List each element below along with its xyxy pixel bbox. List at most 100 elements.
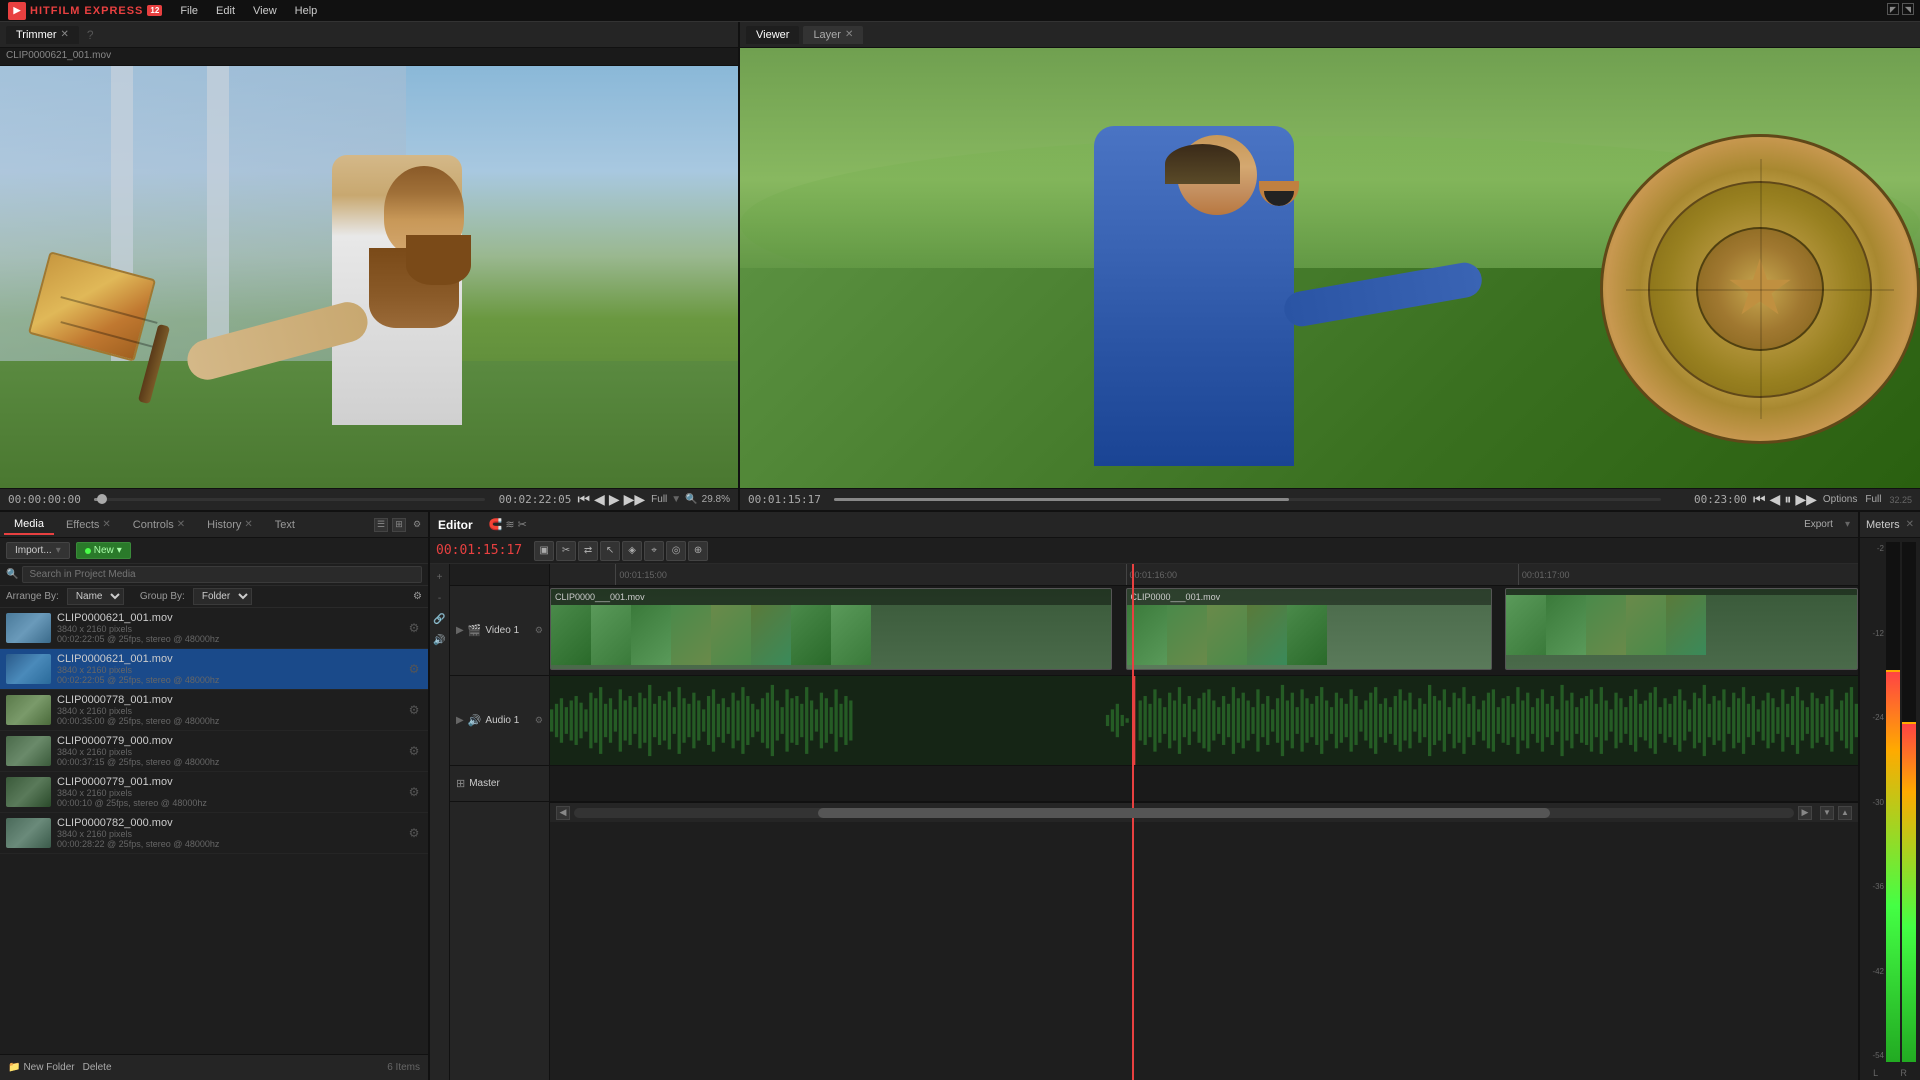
file-name-3: CLIP0000779_000.mov: [57, 735, 400, 747]
zoom-out-tool[interactable]: -: [431, 589, 449, 607]
viewer-frame-back[interactable]: ◀: [1770, 491, 1781, 508]
export-button[interactable]: Export: [1804, 519, 1833, 530]
new-folder-btn[interactable]: 📁 New Folder: [8, 1062, 75, 1073]
arrange-by-select[interactable]: Name Date Type: [67, 588, 124, 605]
file-item-3[interactable]: CLIP0000779_000.mov 3840 x 2160 pixels 0…: [0, 731, 428, 772]
video-track-settings[interactable]: ⚙: [535, 625, 543, 636]
clip-2-frames: [1127, 605, 1491, 665]
trimmer-progress[interactable]: [94, 498, 485, 501]
file-info-1: CLIP0000621_001.mov 3840 x 2160 pixels 0…: [57, 653, 400, 685]
file-action-1[interactable]: ⚙: [406, 661, 422, 677]
tool-razor[interactable]: ⌖: [644, 541, 664, 561]
viewer-skip-back[interactable]: ⏮: [1753, 491, 1766, 508]
layer-tab-close[interactable]: ✕: [845, 29, 853, 40]
scrollbar-thumb[interactable]: [818, 808, 1550, 818]
delete-btn[interactable]: Delete: [83, 1062, 112, 1073]
tool-slip[interactable]: ⇄: [578, 541, 598, 561]
menu-file[interactable]: File: [172, 3, 206, 19]
controls-tab-close[interactable]: ✕: [177, 519, 185, 530]
file-item-4[interactable]: CLIP0000779_001.mov 3840 x 2160 pixels 0…: [0, 772, 428, 813]
speaker-tool[interactable]: 🔊: [431, 631, 449, 649]
meters-header: Meters ✕: [1860, 512, 1920, 538]
scroll-left[interactable]: ◀: [556, 806, 570, 820]
file-item-1[interactable]: CLIP0000621_001.mov 3840 x 2160 pixels 0…: [0, 649, 428, 690]
viewer-tool-1[interactable]: ◤: [1887, 3, 1899, 15]
viewer-quality[interactable]: Full: [1865, 494, 1881, 505]
video-clip-3[interactable]: [1505, 588, 1858, 670]
scroll-right[interactable]: ▶: [1798, 806, 1812, 820]
import-button[interactable]: Import... ▾: [6, 542, 70, 559]
effects-tab-close[interactable]: ✕: [102, 519, 110, 530]
options-btn[interactable]: Options: [1823, 494, 1857, 505]
menu-edit[interactable]: Edit: [208, 3, 243, 19]
tool-track[interactable]: ◎: [666, 541, 686, 561]
viewer-tool-2[interactable]: ◥: [1902, 3, 1914, 15]
history-tab-close[interactable]: ✕: [244, 519, 252, 530]
list-view-btn[interactable]: ☰: [374, 518, 388, 532]
audio-track-settings[interactable]: ⚙: [535, 715, 543, 726]
audio-track-label: Audio 1: [485, 715, 519, 726]
video-clip-2[interactable]: CLIP0000___001.mov: [1126, 588, 1492, 670]
trimmer-tab-close[interactable]: ✕: [61, 29, 69, 40]
left-sidebar-tools: + - 🔗 🔊: [430, 564, 450, 1080]
magnet-icon[interactable]: 🧲: [489, 518, 503, 531]
scrollbar-track[interactable]: [574, 808, 1794, 818]
meters-close[interactable]: ✕: [1906, 519, 1914, 530]
trimmer-skip-back[interactable]: ⏮: [577, 491, 590, 508]
menu-view[interactable]: View: [245, 3, 285, 19]
tab-text[interactable]: Text: [265, 516, 305, 534]
viewer-play[interactable]: ⏸: [1784, 491, 1791, 508]
file-action-3[interactable]: ⚙: [406, 743, 422, 759]
tool-ripple[interactable]: ◈: [622, 541, 642, 561]
media-toolbar: Import... ▾ New ▾: [0, 538, 428, 564]
file-item-0[interactable]: CLIP0000621_001.mov 3840 x 2160 pixels 0…: [0, 608, 428, 649]
file-action-0[interactable]: ⚙: [406, 620, 422, 636]
trimmer-quality[interactable]: Full ▼ 🔍 29.8%: [651, 494, 730, 505]
ripple-icon[interactable]: ≋: [505, 518, 514, 531]
timeline-ruler[interactable]: 00:01:15:00 00:01:16:00 00:01:17:00: [550, 564, 1858, 586]
link-tool[interactable]: 🔗: [431, 610, 449, 628]
clip-1-label: CLIP0000___001.mov: [551, 589, 1111, 605]
search-input[interactable]: [22, 566, 422, 583]
trimmer-tab[interactable]: Trimmer ✕: [6, 26, 79, 44]
file-action-5[interactable]: ⚙: [406, 825, 422, 841]
group-by-select[interactable]: Folder None: [193, 588, 252, 605]
file-action-4[interactable]: ⚙: [406, 784, 422, 800]
tool-select[interactable]: ↖: [600, 541, 620, 561]
arrange-settings-icon[interactable]: ⚙: [413, 591, 422, 602]
timeline-zoom-up[interactable]: ▲: [1838, 806, 1852, 820]
layer-tab[interactable]: Layer ✕: [803, 26, 863, 44]
tool-snap[interactable]: ▣: [534, 541, 554, 561]
file-item-5[interactable]: CLIP0000782_000.mov 3840 x 2160 pixels 0…: [0, 813, 428, 854]
viewer-tab[interactable]: Viewer: [746, 26, 799, 44]
tab-effects[interactable]: Effects ✕: [56, 516, 121, 534]
grid-view-btn[interactable]: ⊞: [392, 518, 406, 532]
new-button[interactable]: New ▾: [76, 542, 131, 559]
help-icon[interactable]: ?: [87, 28, 94, 42]
video-clip-1[interactable]: CLIP0000___001.mov: [550, 588, 1112, 670]
scissors-icon[interactable]: ✂: [518, 518, 527, 531]
timeline-zoom-down[interactable]: ▼: [1820, 806, 1834, 820]
tool-link[interactable]: ⊕: [688, 541, 708, 561]
tab-history[interactable]: History ✕: [197, 516, 263, 534]
audio-track-area: [550, 676, 1858, 766]
master-track-icon: ⊞: [456, 777, 465, 790]
tab-controls[interactable]: Controls ✕: [123, 516, 195, 534]
viewer-playback-bar: 00:01:15:17 00:23:00 ⏮ ◀ ⏸ ▶▶ Options Fu…: [740, 488, 1920, 510]
file-item-2[interactable]: CLIP0000778_001.mov 3840 x 2160 pixels 0…: [0, 690, 428, 731]
tool-cut[interactable]: ✂: [556, 541, 576, 561]
video-track-expand[interactable]: ▶: [456, 625, 464, 636]
viewer-progress[interactable]: [834, 498, 1661, 501]
trimmer-frame-forward[interactable]: ▶▶: [624, 491, 646, 508]
viewer-frame-forward[interactable]: ▶▶: [1795, 491, 1817, 508]
file-action-2[interactable]: ⚙: [406, 702, 422, 718]
trimmer-frame-back[interactable]: ◀: [594, 491, 605, 508]
tab-media[interactable]: Media: [4, 515, 54, 535]
menu-help[interactable]: Help: [287, 3, 326, 19]
trimmer-play[interactable]: ▶: [609, 491, 620, 508]
export-chevron-icon[interactable]: ▾: [1845, 519, 1850, 530]
settings-icon[interactable]: ⚙: [410, 518, 424, 532]
zoom-in-tool[interactable]: +: [431, 568, 449, 586]
audio-track-expand[interactable]: ▶: [456, 715, 464, 726]
tracks-label-area: [450, 564, 549, 586]
